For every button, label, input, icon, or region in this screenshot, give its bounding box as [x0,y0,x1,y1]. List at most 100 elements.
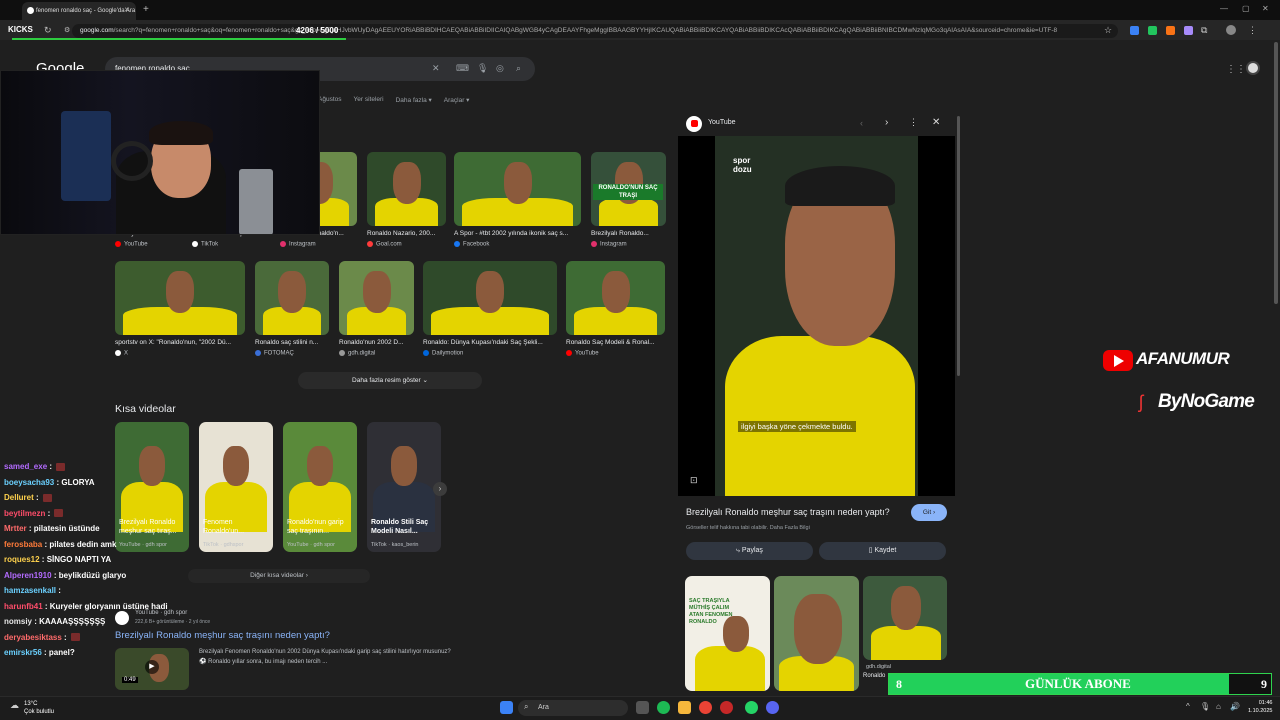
chat-username[interactable]: nomsiy [4,617,32,626]
browser-menu-icon[interactable]: ⋮ [1248,25,1257,36]
window-close-icon[interactable]: ✕ [1262,4,1269,13]
image-result-source[interactable]: FOTOMAÇ [255,350,329,357]
image-result-caption[interactable]: Ronaldo Nazario, 200... [367,230,446,237]
chat-username[interactable]: Alperen1910 [4,571,52,580]
task-view-icon[interactable] [636,701,649,714]
prev-arrow-icon[interactable]: ‹ [860,118,863,128]
chat-username[interactable]: roques12 [4,555,40,564]
shorts-next-arrow-icon[interactable]: › [433,482,447,496]
chat-username[interactable]: samed_exe [4,462,47,471]
reload-icon[interactable]: ↻ [44,25,52,36]
panel-title[interactable]: Brezilyalı Ronaldo meşhur saç traşını ne… [686,507,890,517]
browser-tab[interactable]: fenomen ronaldo saç - Google'da Ara [22,2,136,20]
discord-icon[interactable] [766,701,779,714]
page-scrollbar[interactable] [1274,42,1278,304]
whatsapp-icon[interactable] [745,701,758,714]
image-result-source[interactable]: Instagram [591,241,666,248]
account-avatar[interactable] [1246,61,1260,75]
more-images-button[interactable]: Daha fazla resim göster ⌄ [298,372,482,389]
image-result-thumbnail[interactable] [566,261,665,335]
chrome-icon[interactable] [699,701,712,714]
weather-icon[interactable]: ☁ [10,700,19,711]
more-options-icon[interactable]: ⋮ [909,117,918,128]
image-result-caption[interactable]: Brezilyalı Ronaldo... [591,230,666,237]
profile-avatar[interactable] [1226,25,1236,35]
search-icon[interactable]: ⌕ [516,63,521,74]
chat-username[interactable]: hamzasenkall [4,586,56,595]
chat-username[interactable]: Mrtter [4,524,27,533]
extension-icon[interactable] [1130,26,1139,35]
chat-username[interactable]: harunfb41 [4,602,43,611]
apps-grid-icon[interactable]: ⋮⋮ [1226,64,1246,75]
image-result-source[interactable]: YouTube [115,241,189,248]
extension-icon[interactable] [1148,26,1157,35]
image-result-source[interactable]: Dailymotion [423,350,557,357]
filter-chip[interactable]: Araçlar ▾ [444,96,470,104]
image-result-thumbnail[interactable] [339,261,414,335]
image-result-thumbnail[interactable] [454,152,581,226]
url-bar[interactable]: google.com/search?q=fenomen+ronaldo+saç&… [72,24,1118,38]
image-result-source[interactable]: YouTube [566,350,665,357]
related-image[interactable] [774,576,859,691]
related-image[interactable]: SAÇ TRAŞIYLA MÜTHİŞ ÇALIM ATAN FENOMEN R… [685,576,770,691]
image-result-thumbnail[interactable] [255,261,329,335]
lens-icon[interactable]: ◎ [496,63,504,74]
extensions-puzzle-icon[interactable]: ⧉ [1201,25,1207,36]
preview-image[interactable]: spor dozu [715,136,918,496]
image-result-thumbnail[interactable]: RONALDO'NUN SAÇ TRAŞI [591,152,666,226]
taskbar-search[interactable]: Ara [518,700,628,716]
next-arrow-icon[interactable]: › [885,117,888,128]
new-tab-icon[interactable]: + [143,4,149,15]
short-video-card[interactable]: Ronaldo Stili Saç Modeli Nasıl... TikTok … [367,422,441,552]
image-result-source[interactable]: Instagram [280,241,357,248]
minimize-icon[interactable]: — [1220,4,1228,13]
bookmark-star-icon[interactable]: ☆ [1104,25,1112,36]
file-explorer-icon[interactable] [678,701,691,714]
image-result-caption[interactable]: Ronaldo Saç Modeli & Ronal... [566,339,665,346]
panel-close-icon[interactable]: ✕ [932,117,940,128]
network-icon[interactable]: ⌂ [1216,702,1221,711]
chat-username[interactable]: emirskr56 [4,648,42,657]
image-result-thumbnail[interactable] [115,261,245,335]
panel-scrollbar[interactable] [957,116,960,376]
tray-chevron-icon[interactable]: ^ [1186,702,1190,711]
site-info-icon[interactable]: ⚙ [64,26,70,34]
microphone-icon[interactable]: 🎙 [477,63,488,74]
go-button[interactable]: Git › [911,504,947,521]
image-result-caption[interactable]: sportstv on X: "Ronaldo'nun, "2002 Dü... [115,339,245,346]
app-icon[interactable] [720,701,733,714]
extension-icon[interactable] [1184,26,1193,35]
start-icon[interactable] [500,701,513,714]
image-result-source[interactable]: gdh.digital [339,350,414,357]
maximize-icon[interactable]: ▢ [1242,4,1250,13]
chat-username[interactable]: boeysacha93 [4,478,54,487]
filter-chip[interactable]: Daha fazla ▾ [396,96,432,104]
panel-source[interactable]: YouTube [708,119,736,126]
image-result-source[interactable]: Goal.com [367,241,446,248]
chat-username[interactable]: Delluret [4,493,34,502]
share-button[interactable]: ⤷ Paylaş [686,542,813,560]
volume-icon[interactable]: 🔊 [1230,702,1240,711]
image-result-source[interactable]: X [115,350,245,357]
save-button[interactable]: ▯ Kaydet [819,542,946,560]
weather-widget[interactable]: 13°C Çok bulutlu [24,700,54,716]
image-result-source[interactable]: TikTok [192,241,277,248]
image-result-caption[interactable]: A Spor - #tbt 2002 yılında ikonik saç s.… [454,230,581,237]
image-result-caption[interactable]: Ronaldo: Dünya Kupası'ndaki Saç Şekli... [423,339,557,346]
lens-search-icon[interactable]: ⊡ [690,475,698,486]
image-result-source[interactable]: Facebook [454,241,581,248]
filter-chip[interactable]: Ağustos [318,96,342,104]
chat-username[interactable]: ferosbaba [4,540,42,549]
extension-icon[interactable] [1166,26,1175,35]
filter-chip[interactable]: Yer siteleri [354,96,384,104]
chat-username[interactable]: deryabesiktass [4,633,62,642]
image-result-caption[interactable]: Ronaldo saç stilini n... [255,339,329,346]
mic-tray-icon[interactable]: 🎙 [1200,702,1210,711]
tab-close-icon[interactable]: ✕ [124,6,130,14]
image-result-caption[interactable]: Ronaldo'nun 2002 D... [339,339,414,346]
taskbar-clock[interactable]: 01:46 1.10.2025 [1248,699,1272,715]
image-result-thumbnail[interactable] [423,261,557,335]
chat-username[interactable]: beytilmezn [4,509,45,518]
related-image[interactable] [863,576,947,660]
clear-search-icon[interactable]: ✕ [432,63,440,74]
